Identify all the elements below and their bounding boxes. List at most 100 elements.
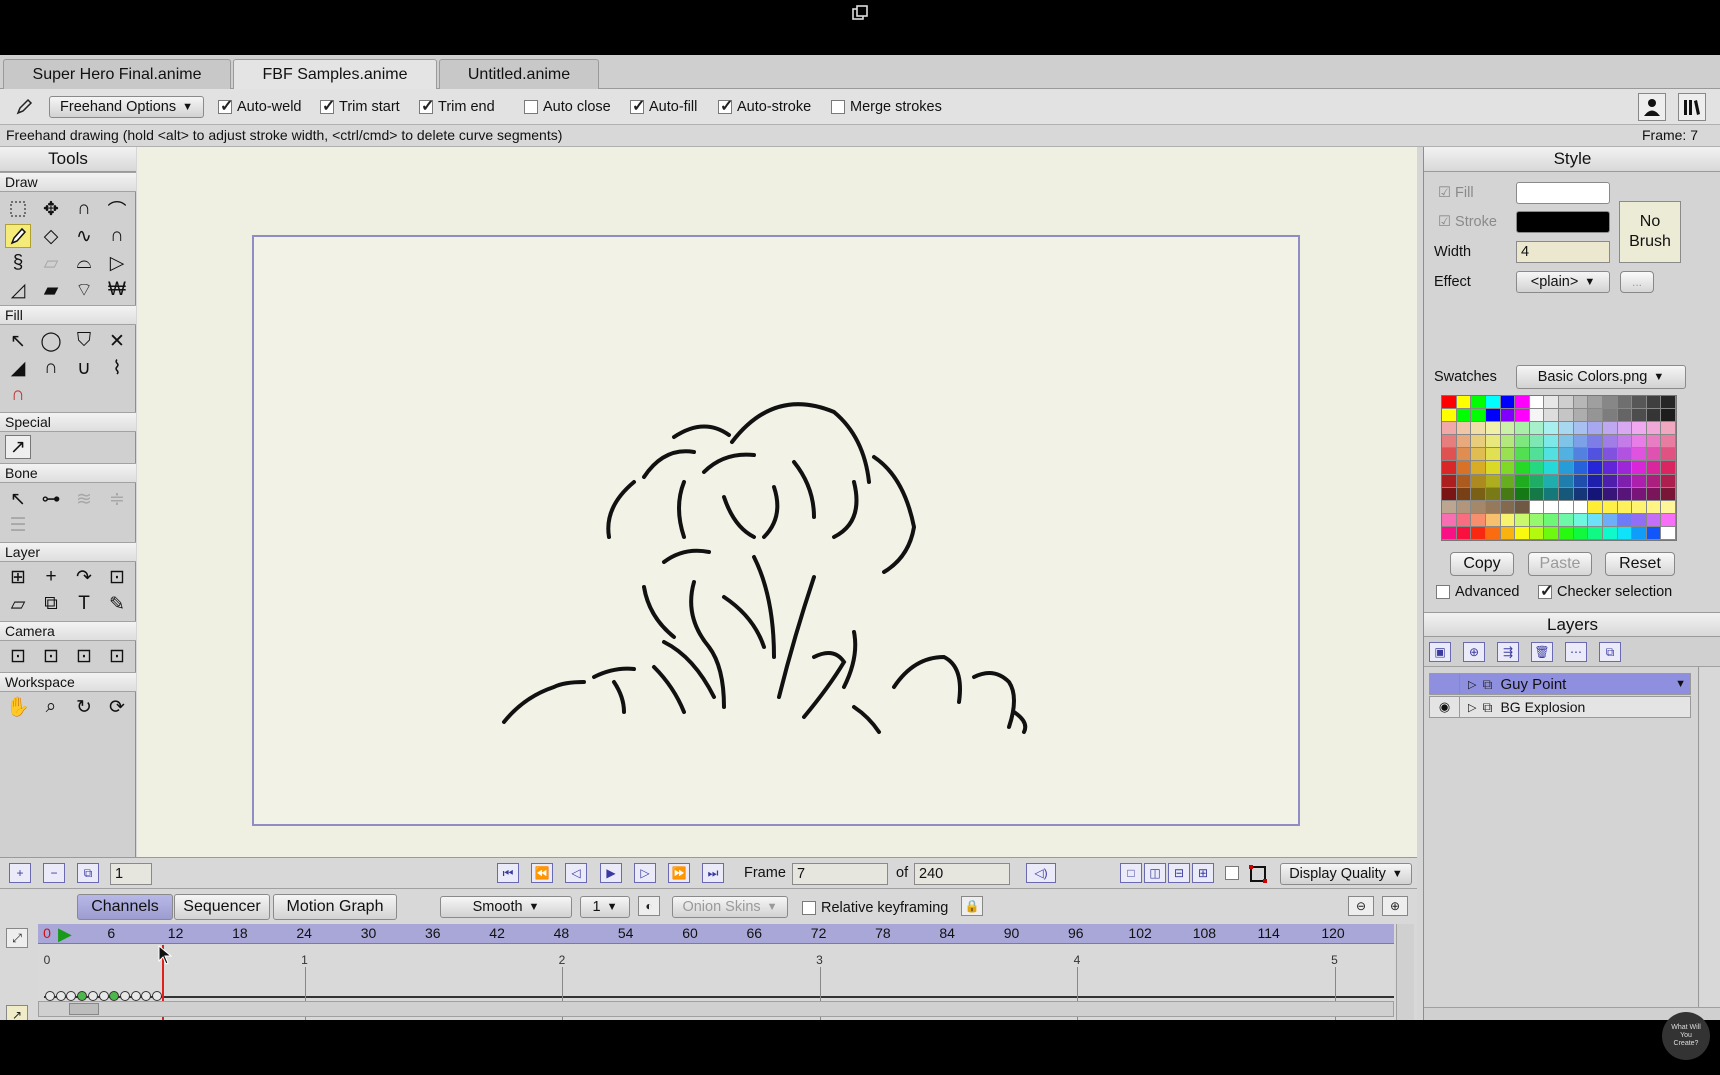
palette-swatch[interactable] [1559,500,1574,514]
palette-swatch[interactable] [1617,422,1633,436]
auto-fill-checkbox[interactable]: Auto-fill [630,96,697,116]
chevron-down-icon[interactable]: ▼ [1675,678,1686,690]
total-frames-field[interactable]: 240 [914,863,1010,885]
palette-swatch[interactable] [1617,526,1633,540]
tab-motion-graph[interactable]: Motion Graph [273,894,397,920]
first-frame-icon[interactable]: ⏮ [497,863,519,883]
palette-swatch[interactable] [1471,474,1486,488]
palette-swatch[interactable] [1588,448,1603,462]
roll-camera-tool[interactable]: ⊡ [71,644,97,668]
palette-swatch[interactable] [1485,487,1501,501]
auto-close-checkbox[interactable]: Auto close [524,98,611,116]
palette-swatch[interactable] [1515,448,1530,462]
palette-swatch[interactable] [1646,448,1662,462]
palette-swatch[interactable] [1602,500,1618,514]
palette-swatch[interactable] [1515,435,1530,449]
palette-swatch[interactable] [1559,409,1574,423]
palette-swatch[interactable] [1456,396,1472,410]
palette-swatch[interactable] [1588,409,1603,423]
tab-sequencer[interactable]: Sequencer [174,894,270,920]
palette-swatch[interactable] [1544,448,1559,462]
palette-swatch[interactable] [1617,487,1633,501]
palette-swatch[interactable] [1632,435,1647,449]
palette-swatch[interactable] [1661,526,1676,540]
palette-swatch[interactable] [1573,422,1589,436]
palette-swatch[interactable] [1500,461,1516,475]
library-icon[interactable] [1678,93,1706,121]
palette-swatch[interactable] [1661,435,1676,449]
palette-swatch[interactable] [1544,474,1559,488]
palette-swatch[interactable] [1529,448,1545,462]
hide-edge-tool[interactable]: ∩ [38,356,64,380]
palette-swatch[interactable] [1632,409,1647,423]
color-points-tool[interactable]: ∩ [5,383,31,407]
tab-fbf-samples[interactable]: FBF Samples.anime [233,59,437,89]
play-icon[interactable]: ▶ [600,863,622,883]
palette-swatch[interactable] [1559,396,1574,410]
new-layer-icon[interactable]: ▣ [1429,642,1451,662]
palette-swatch[interactable] [1456,461,1472,475]
palette-swatch[interactable] [1632,461,1647,475]
expand-triangle-icon[interactable]: ▷ [1468,678,1476,691]
palette-swatch[interactable] [1529,526,1545,540]
trim-start-checkbox[interactable]: Trim start [320,96,400,116]
palette-swatch[interactable] [1573,461,1589,475]
palette-swatch[interactable] [1471,513,1486,527]
delete-layer-icon[interactable]: 🗑 [1531,642,1553,662]
palette-swatch[interactable] [1529,500,1545,514]
keyframe-marker[interactable] [109,991,120,1001]
palette-swatch[interactable] [1456,474,1472,488]
palette-swatch[interactable] [1471,487,1486,501]
new-group-icon[interactable]: ⊕ [1463,642,1485,662]
palette-swatch[interactable] [1544,396,1559,410]
palette-swatch[interactable] [1602,396,1618,410]
onion-skins-dropdown[interactable]: Onion Skins ▼ [672,896,788,918]
palette-swatch[interactable] [1471,461,1486,475]
copy-keyframe-icon[interactable]: ⧉ [77,863,99,883]
previous-keyframe-icon[interactable]: ⏪ [531,863,553,883]
palette-swatch[interactable] [1632,422,1647,436]
checker-selection-checkbox[interactable]: Checker selection [1538,581,1672,601]
palette-swatch[interactable] [1485,513,1501,527]
palette-swatch[interactable] [1588,396,1603,410]
palette-swatch[interactable] [1573,474,1589,488]
keyframe-marker[interactable] [66,991,77,1001]
transform-points-tool[interactable]: ✥ [38,197,64,221]
palette-swatch[interactable] [1515,474,1530,488]
restore-window-icon[interactable] [851,4,869,22]
add-keyframe-icon[interactable]: + [9,863,31,883]
palette-swatch[interactable] [1661,487,1676,501]
palette-swatch[interactable] [1515,422,1530,436]
character-wizard-icon[interactable] [1638,93,1666,121]
blob-brush-tool[interactable]: § [5,251,31,275]
select-points-tool[interactable] [5,197,31,221]
palette-swatch[interactable] [1500,435,1516,449]
freehand-options-dropdown[interactable]: Freehand Options ▼ [49,96,204,118]
palette-swatch[interactable] [1529,409,1545,423]
visibility-toggle[interactable] [1430,674,1460,694]
palette-swatch[interactable] [1529,487,1545,501]
palette-swatch[interactable] [1602,409,1618,423]
palette-swatch[interactable] [1632,474,1647,488]
rotate-workspace-tool[interactable]: ↻ [71,695,97,719]
palette-swatch[interactable] [1471,500,1486,514]
palette-swatch[interactable] [1661,513,1676,527]
palette-swatch[interactable] [1559,487,1574,501]
pan-tilt-camera-tool[interactable]: ⊡ [104,644,130,668]
scale-layer-tool[interactable]: ⊡ [104,565,130,589]
expand-triangle-icon[interactable]: ▷ [1468,701,1476,714]
palette-swatch[interactable] [1588,435,1603,449]
keyframe-marker[interactable] [141,991,152,1001]
keyframe-marker[interactable] [45,991,55,1001]
merge-strokes-checkbox[interactable]: Merge strokes [831,98,942,116]
hand-tool[interactable]: ✋ [5,695,31,719]
palette-swatch[interactable] [1573,448,1589,462]
advanced-checkbox[interactable]: Advanced [1436,583,1520,601]
eyedropper-tool[interactable]: ✎ [104,592,130,616]
palette-swatch[interactable] [1456,487,1472,501]
switch-layer-tool[interactable]: ⧉ [38,592,64,616]
single-view-icon[interactable]: □ [1120,863,1142,883]
perspective-tool[interactable]: ▷ [104,251,130,275]
palette-swatch[interactable] [1544,500,1559,514]
trim-end-checkbox[interactable]: Trim end [419,96,495,116]
